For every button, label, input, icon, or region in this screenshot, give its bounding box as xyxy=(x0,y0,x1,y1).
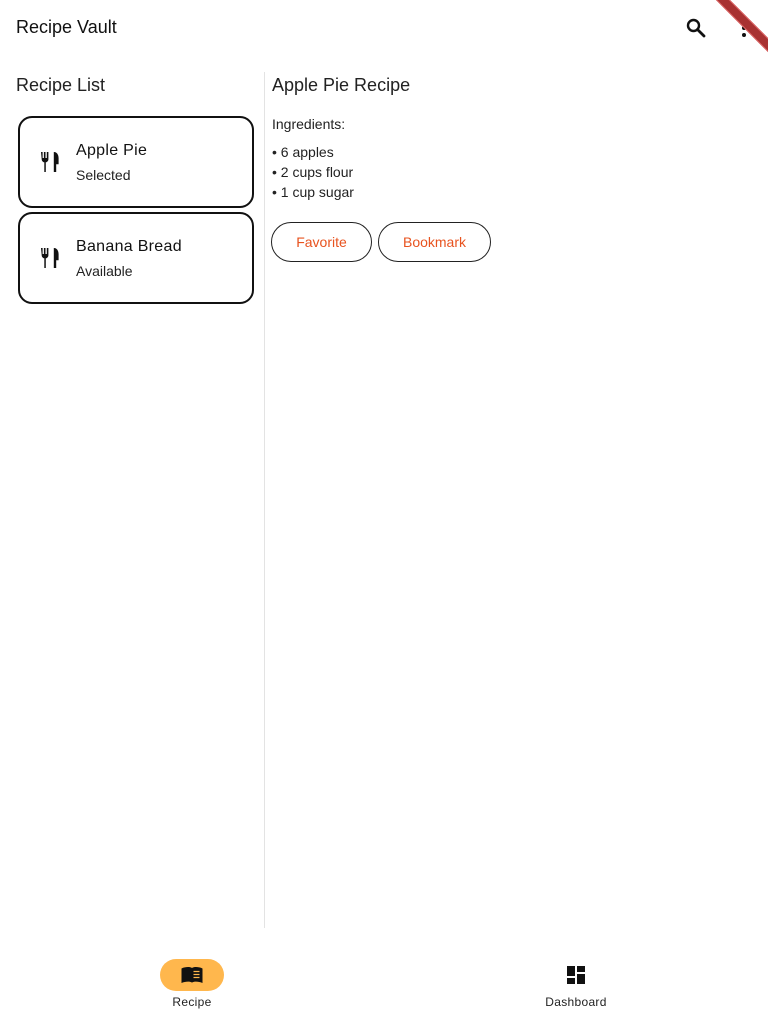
nav-item-recipe[interactable]: Recipe xyxy=(132,944,252,1016)
favorite-button[interactable]: Favorite xyxy=(271,222,372,262)
ingredient-item: • 1 cup sugar xyxy=(272,184,354,200)
nav-label-recipe: Recipe xyxy=(172,995,212,1009)
recipe-detail-title: Apple Pie Recipe xyxy=(272,75,411,95)
app-title: Recipe Vault xyxy=(16,17,117,37)
search-icon xyxy=(686,18,706,38)
bottom-navigation: Recipe Dashboard xyxy=(0,944,768,1024)
recipe-status: Selected xyxy=(76,167,131,183)
recipe-status: Available xyxy=(76,263,133,279)
recipe-list-title: Recipe List xyxy=(16,75,106,95)
restaurant-icon xyxy=(41,152,59,172)
app-root: Recipe Vault Recipe List Apple Pie Selec… xyxy=(0,0,768,1024)
ingredients-label: Ingredients: xyxy=(272,116,346,132)
recipe-name: Banana Bread xyxy=(76,238,182,255)
recipe-card-apple-pie[interactable]: Apple Pie Selected xyxy=(18,116,254,208)
restaurant-icon xyxy=(41,248,59,268)
ingredient-item: • 2 cups flour xyxy=(272,164,354,180)
recipe-card-banana-bread[interactable]: Banana Bread Available xyxy=(18,212,254,304)
search-button[interactable] xyxy=(682,14,710,42)
ingredient-item: • 6 apples xyxy=(272,144,334,160)
nav-item-dashboard[interactable]: Dashboard xyxy=(516,944,636,1016)
menu-book-icon xyxy=(181,967,203,983)
nav-active-indicator xyxy=(160,959,224,991)
app-bar: Recipe Vault xyxy=(0,0,768,56)
pane-divider xyxy=(264,72,265,928)
recipe-name: Apple Pie xyxy=(76,142,148,159)
bookmark-button[interactable]: Bookmark xyxy=(378,222,491,262)
dashboard-icon xyxy=(567,966,585,984)
nav-label-dashboard: Dashboard xyxy=(545,995,607,1009)
nav-icon-container xyxy=(544,959,608,991)
